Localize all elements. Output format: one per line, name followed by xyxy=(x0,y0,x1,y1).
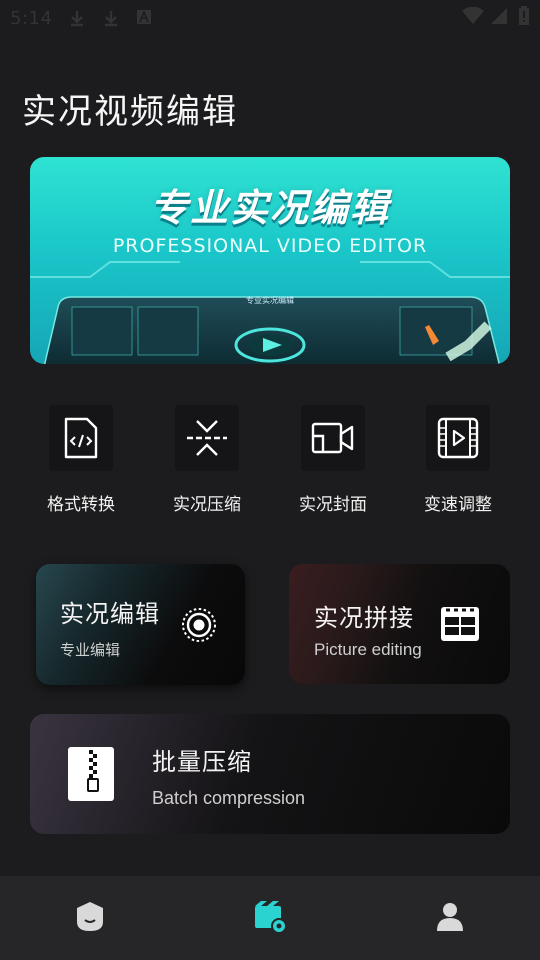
tool-format-convert[interactable]: 格式转换 xyxy=(21,405,141,515)
tool-label: 实况封面 xyxy=(299,495,367,515)
tool-label: 格式转换 xyxy=(47,495,115,515)
banner-subtitle: PROFESSIONAL VIDEO EDITOR xyxy=(112,235,428,257)
tool-live-compress[interactable]: 实况压缩 xyxy=(147,405,267,515)
battery-icon xyxy=(518,6,530,30)
download-icon xyxy=(68,9,86,31)
film-strip-icon xyxy=(440,605,480,647)
code-file-icon xyxy=(64,417,98,459)
status-bar: 5:14 xyxy=(0,0,540,36)
live-edit-card[interactable]: 实况编辑 专业编辑 xyxy=(36,564,245,685)
tool-live-cover[interactable]: 实况封面 xyxy=(273,405,393,515)
app-notification-icon xyxy=(136,9,152,29)
page-title: 实况视频编辑 xyxy=(22,92,238,132)
banner-title: 专业实况编辑 xyxy=(149,186,390,230)
bottom-nav xyxy=(0,876,540,960)
nav-home-icon[interactable] xyxy=(72,898,112,938)
live-stitch-card[interactable]: 实况拼接 Picture editing xyxy=(289,564,510,684)
download-icon xyxy=(102,9,120,31)
signal-icon xyxy=(490,7,508,29)
card-subtitle: 专业编辑 xyxy=(60,641,121,659)
card-title: 实况拼接 xyxy=(314,604,414,632)
card-title: 实况编辑 xyxy=(60,600,160,628)
card-subtitle: Picture editing xyxy=(314,640,422,659)
batch-compress-card[interactable]: 批量压缩 Batch compression xyxy=(30,714,510,834)
nav-profile-icon[interactable] xyxy=(432,898,472,938)
promo-banner[interactable]: 专业实况编辑 PROFESSIONAL VIDEO EDITOR 专业实况编辑 xyxy=(30,157,510,364)
film-play-icon xyxy=(437,417,479,459)
card-subtitle: Batch compression xyxy=(152,788,306,808)
zip-file-icon xyxy=(67,746,115,806)
compress-icon xyxy=(187,420,227,456)
tool-label: 变速调整 xyxy=(424,495,492,515)
tool-label: 实况压缩 xyxy=(173,495,241,515)
status-time: 5:14 xyxy=(10,8,53,29)
banner-screen-label: 专业实况编辑 xyxy=(246,296,294,305)
card-title: 批量压缩 xyxy=(152,748,252,776)
live-photo-icon xyxy=(180,606,218,648)
tool-speed-adjust[interactable]: 变速调整 xyxy=(398,405,518,515)
video-camera-icon xyxy=(311,422,354,454)
nav-video-edit-icon[interactable] xyxy=(252,898,292,938)
wifi-icon xyxy=(462,6,484,29)
